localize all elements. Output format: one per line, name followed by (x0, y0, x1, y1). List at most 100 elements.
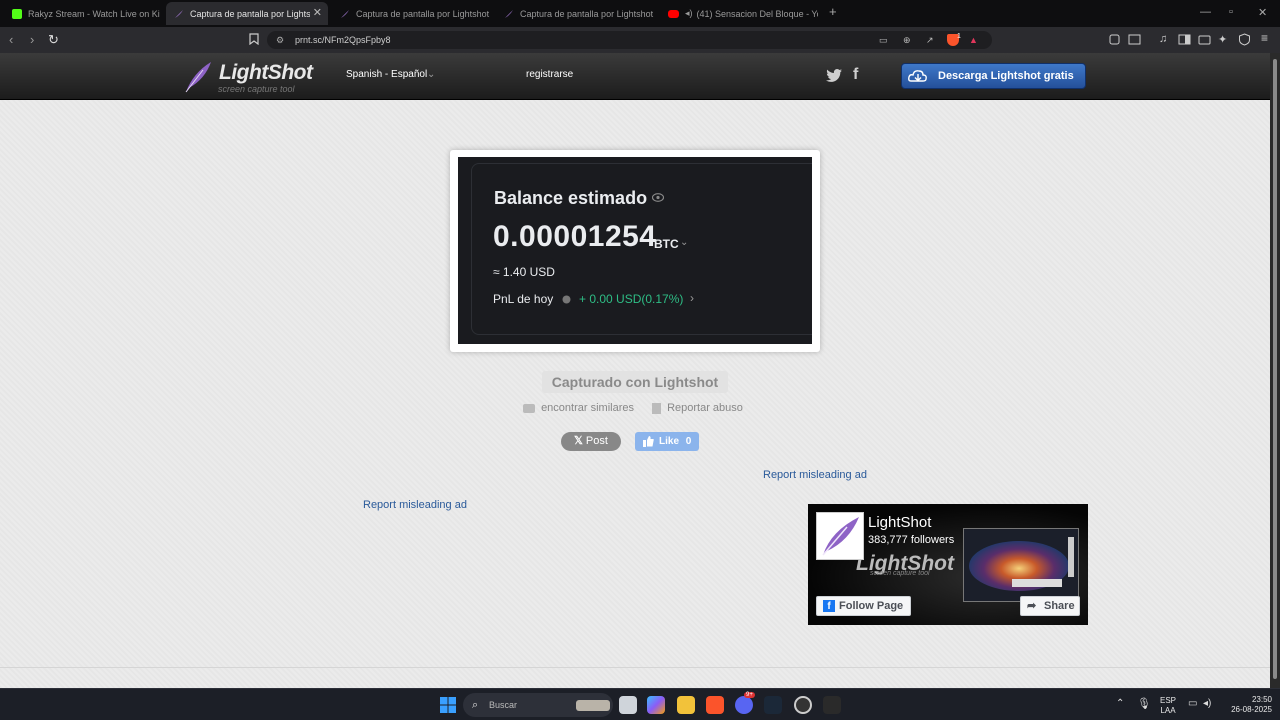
url-text: prnt.sc/NFm2QpsFpby8 (295, 35, 391, 45)
share-button[interactable]: ➦ Share (1020, 596, 1080, 616)
facebook-page-widget[interactable]: LightShot screen capture tool LightShot … (808, 504, 1088, 625)
copilot-icon[interactable] (647, 696, 665, 714)
windows-start-icon[interactable] (440, 697, 456, 713)
clock[interactable]: 23:50 26-08-2025 (1222, 695, 1272, 715)
music-icon[interactable]: ♫ (1159, 33, 1172, 46)
language-code: ESP (1159, 696, 1176, 705)
balance-currency: BTC (654, 237, 679, 251)
share-label: Share (1044, 600, 1075, 612)
brave-rewards-icon[interactable]: ▲ (969, 31, 978, 49)
feather-icon (340, 9, 350, 19)
discord-badge: 9+ (744, 692, 755, 698)
url-field[interactable]: ⚙ prnt.sc/NFm2QpsFpby8 ▭ ⊕ ↗ 1 ▲ (267, 31, 992, 49)
new-tab-button[interactable]: + (829, 4, 837, 19)
report-misleading-ad-link[interactable]: Report misleading ad (763, 469, 867, 481)
file-explorer-icon[interactable] (677, 696, 695, 714)
follow-page-button[interactable]: f Follow Page (816, 596, 911, 616)
network-icon[interactable]: ▭ (1188, 698, 1197, 709)
share-arrow-icon: ➦ (1027, 600, 1037, 612)
site-settings-icon[interactable]: ⚙ (276, 31, 284, 49)
toolbar-thumbnail (1012, 579, 1062, 587)
screenshot-icon[interactable] (1128, 33, 1141, 46)
page-name[interactable]: LightShot (868, 514, 931, 531)
maximize-button[interactable]: ▫ (1229, 6, 1233, 18)
register-link[interactable]: registrarse (526, 69, 573, 80)
page-scrollbar[interactable] (1270, 53, 1280, 688)
back-icon[interactable]: ‹ (9, 32, 13, 48)
tab-lightshot-3[interactable]: Captura de pantalla por Lightshot (496, 2, 658, 25)
extensions-icon[interactable] (1108, 33, 1121, 46)
scrollbar-thumb[interactable] (1273, 59, 1277, 679)
tab-kick[interactable]: Rakyz Stream - Watch Live on Ki (4, 2, 162, 25)
tray-chevron-up-icon[interactable]: ⌃ (1116, 698, 1124, 709)
tab-lightshot-2[interactable]: Captura de pantalla por Lightshot (332, 2, 494, 25)
report-misleading-ad-link[interactable]: Report misleading ad (363, 499, 467, 511)
language-indicator[interactable]: ESP LAA (1157, 696, 1179, 716)
league-of-legends-icon[interactable] (823, 696, 841, 714)
youtube-icon (668, 9, 679, 18)
download-cloud-icon (908, 70, 927, 82)
volume-icon[interactable]: ◂) (1203, 698, 1211, 709)
tab-title: Captura de pantalla por Lightsh (190, 8, 310, 19)
page-content: LightShot screen capture tool Spanish - … (0, 53, 1270, 688)
tab-title: Captura de pantalla por Lightshot (520, 8, 654, 19)
cover-screenshot-thumbnail (963, 528, 1079, 602)
speaker-icon[interactable]: ◂) (685, 8, 693, 19)
facebook-icon[interactable]: f (853, 66, 858, 84)
feather-logo-icon (185, 62, 211, 93)
sidebar-icon[interactable] (1178, 33, 1191, 46)
chrome-icon[interactable] (794, 696, 812, 714)
captured-with-lightshot-label: Capturado con Lightshot (542, 371, 728, 393)
chevron-right-icon: › (690, 291, 694, 305)
brave-browser-icon[interactable] (706, 696, 724, 714)
menu-icon[interactable]: ≡ (1261, 31, 1274, 45)
find-similar-label: encontrar similares (541, 402, 634, 414)
page-avatar[interactable] (816, 512, 864, 560)
info-icon (562, 295, 571, 304)
windows-taskbar: ⌕ Buscar 9+ ⌃ ESP LAA 🎙 ▭ ◂) 23:50 26-08… (0, 688, 1280, 720)
thumbs-up-icon (643, 436, 654, 447)
report-abuse-label: Reportar abuso (667, 402, 743, 414)
bookmark-icon[interactable] (249, 33, 259, 45)
minimize-button[interactable]: — (1200, 6, 1211, 18)
zoom-icon[interactable]: ⊕ (903, 31, 911, 49)
steam-icon[interactable] (764, 696, 782, 714)
search-highlight-image (576, 700, 610, 711)
tab-bar: Rakyz Stream - Watch Live on Ki Captura … (0, 0, 1280, 27)
followers-count: 383,777 followers (868, 534, 955, 546)
download-lightshot-button[interactable]: Descarga Lightshot gratis (901, 63, 1086, 89)
wallet-icon[interactable] (1198, 33, 1211, 46)
tab-title: (41) Sensacion Del Bloque - YouT (696, 8, 818, 19)
balance-amount: 0.00001254 (493, 220, 657, 253)
microphone-icon[interactable]: 🎙 (1137, 697, 1151, 710)
vpn-icon[interactable] (1238, 33, 1251, 46)
tab-youtube[interactable]: ◂) (41) Sensacion Del Bloque - YouT (660, 2, 818, 25)
share-icon[interactable]: ↗ (926, 31, 934, 49)
balance-title: Balance estimado (494, 188, 648, 208)
facebook-icon: f (823, 600, 835, 612)
report-abuse-link[interactable]: Reportar abuso (652, 402, 743, 414)
cast-icon[interactable]: ▭ (879, 31, 888, 49)
x-post-button[interactable]: 𝕏 Post (561, 432, 621, 451)
lightshot-header: LightShot screen capture tool Spanish - … (0, 53, 1270, 100)
captured-image[interactable]: Balance estimado 0.00001254 BTC ⌄ ≈ 1.40… (458, 157, 812, 344)
close-window-button[interactable]: ✕ (1258, 6, 1267, 19)
discord-icon[interactable] (735, 696, 753, 714)
forward-icon[interactable]: › (30, 32, 34, 48)
pnl-label: PnL de hoy (493, 292, 554, 306)
twitter-icon[interactable] (826, 69, 842, 82)
pnl-value: + 0.00 USD(0.17%) (579, 292, 684, 306)
find-similar-link[interactable]: encontrar similares (523, 402, 634, 414)
kick-icon (12, 8, 22, 19)
taskbar-search[interactable]: ⌕ Buscar (463, 693, 613, 717)
facebook-like-button[interactable]: Like 0 (635, 432, 699, 451)
reload-icon[interactable]: ↻ (48, 32, 59, 48)
lightshot-logo[interactable]: LightShot screen capture tool (183, 60, 313, 94)
task-view-icon[interactable] (619, 696, 637, 714)
language-selector[interactable]: Spanish - Español (346, 69, 427, 80)
close-tab-icon[interactable]: ✕ (313, 6, 322, 19)
chevron-down-icon: ⌄ (427, 69, 436, 80)
sidebar-thumbnail (1068, 537, 1074, 577)
leo-ai-icon[interactable]: ✦ (1218, 33, 1231, 46)
tab-lightshot-active[interactable]: Captura de pantalla por Lightsh ✕ (166, 2, 328, 25)
